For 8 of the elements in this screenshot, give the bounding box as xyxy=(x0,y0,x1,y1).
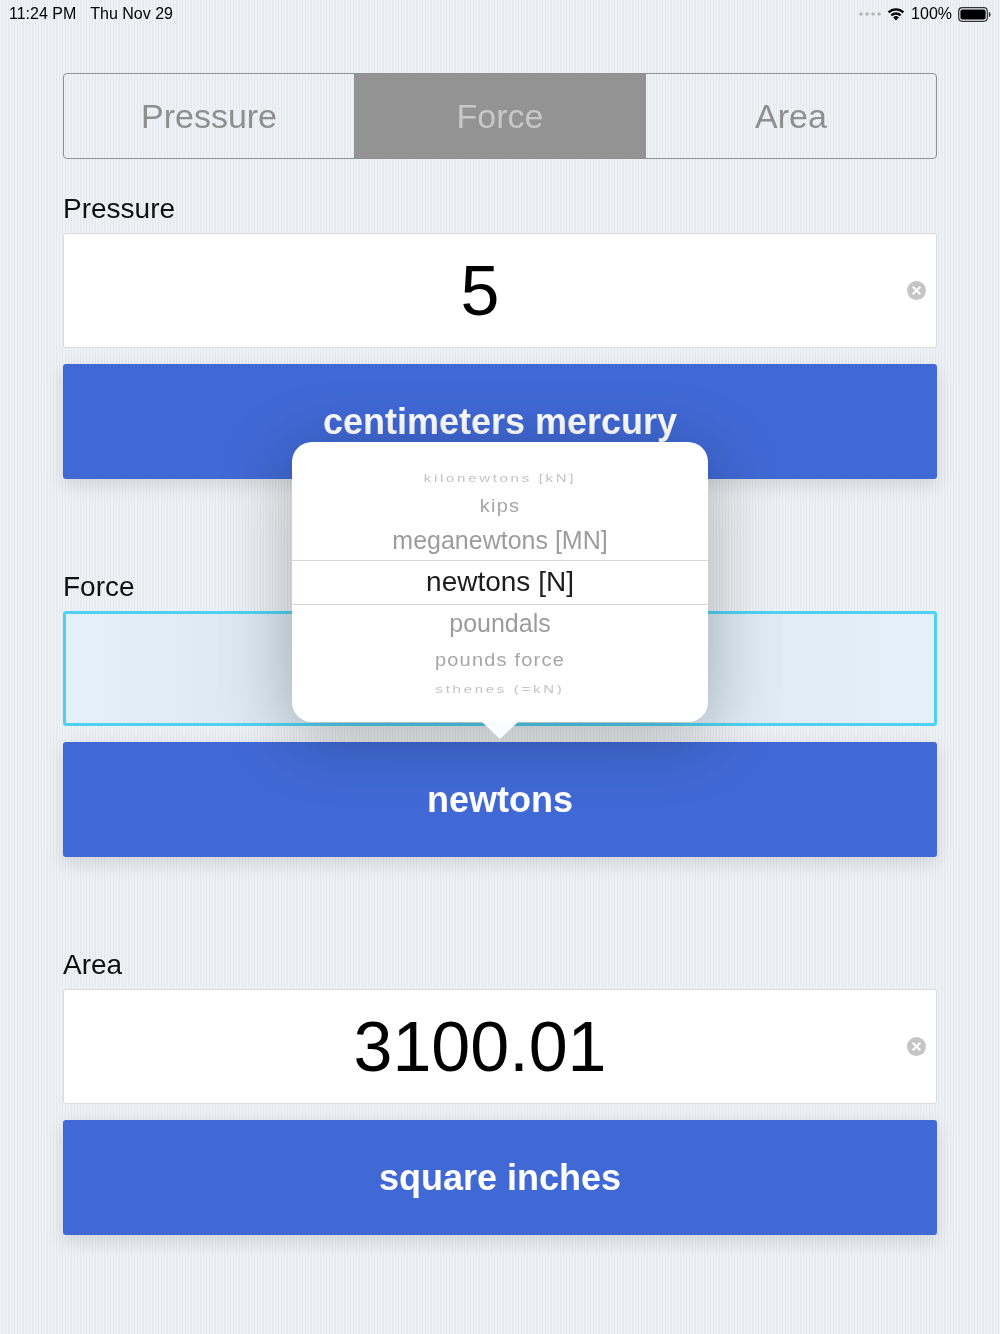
status-date: Thu Nov 29 xyxy=(90,4,173,24)
field-value: 3100.01 xyxy=(353,1009,607,1084)
section-label: Pressure xyxy=(63,192,176,226)
section-label: Area xyxy=(63,948,123,982)
section-label: Force xyxy=(63,570,135,604)
field-value: 5 xyxy=(460,253,500,328)
battery-percent: 100% xyxy=(911,4,952,24)
status-time: 11:24 PM xyxy=(9,4,77,24)
